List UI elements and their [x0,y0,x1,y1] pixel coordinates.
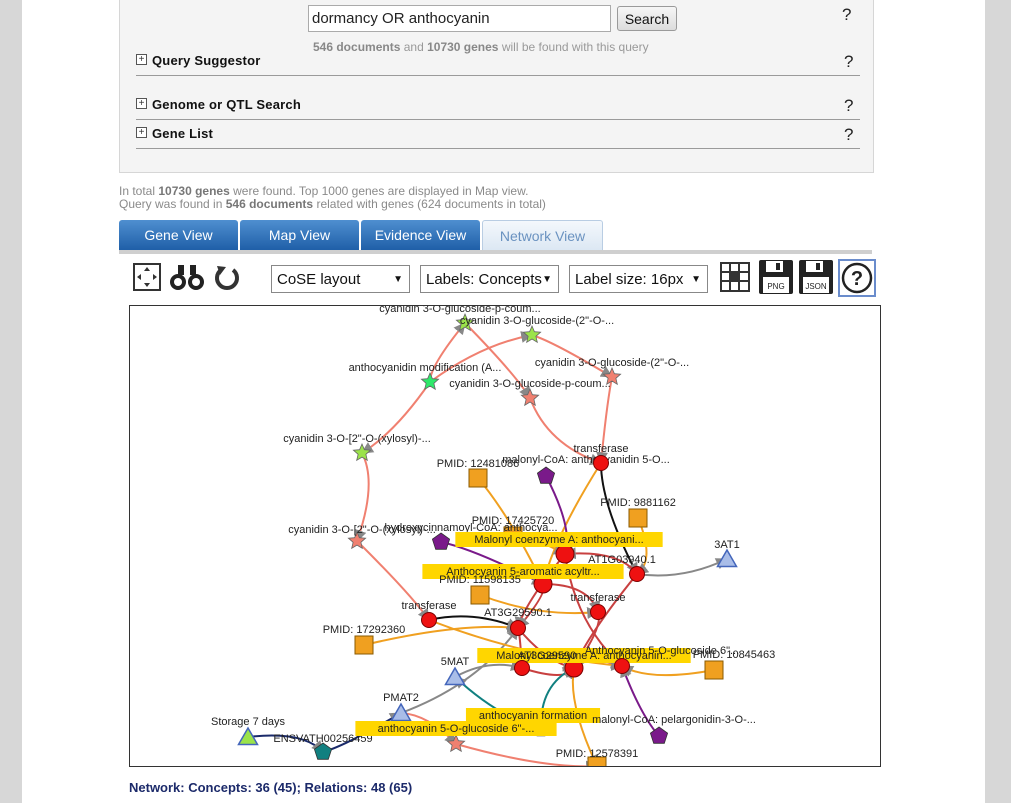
network-node-label: PMID: 9881162 [600,497,676,509]
network-node-label: anthocyanidin modification (A... [349,362,502,374]
network-node[interactable]: cyanidin 3-O-glucoside-p-coum... [449,378,611,407]
network-node[interactable]: cyanidin 3-O-[2"-O-(xylosyl)-... [283,433,431,462]
network-node-shape [628,508,648,528]
binoculars-icon[interactable] [168,261,206,293]
network-node-label: PMID: 11598135 [439,574,521,586]
network-node-label: PMID: 17292360 [323,624,406,636]
network-node-label: 5MAT [441,656,470,668]
network-node-label: 3AT1 [714,539,739,551]
network-node-label: transferase [570,592,625,604]
tab-evidence-view[interactable]: Evidence View [361,220,480,250]
network-node-shape [555,544,575,564]
network-node-label: Storage 7 days [211,716,285,728]
search-input[interactable] [308,5,611,32]
search-help-icon[interactable]: ? [842,5,851,25]
tab-map-view[interactable]: Map View [240,220,359,250]
tab-divider [119,250,872,254]
search-panel: Search ? 546 documents and 10730 genes w… [119,0,874,173]
network-node-shape [352,442,372,462]
network-node-label: PMID: 10845463 [693,649,776,661]
network-node[interactable]: PMAT2 [383,692,419,722]
query-count-hint: 546 documents and 10730 genes will be fo… [313,40,649,54]
network-canvas[interactable]: cyanidin 3-O-glucoside-p-coum...cyanidin… [130,306,880,766]
network-node-shape [514,660,530,676]
svg-text:JSON: JSON [805,282,827,291]
network-node-shape [536,466,556,484]
network-node-shape [468,468,488,488]
network-node-label: malonyl-CoA: anthocyanidin 5-O... [502,454,670,466]
network-node[interactable]: PMID: 9881162 [600,497,676,528]
grid-icon[interactable] [719,261,751,293]
svg-text:?: ? [851,268,863,290]
network-node-label: cyanidin 3-O-glucoside-p-coum... [449,378,610,390]
network-node-shape [716,548,738,568]
search-button[interactable]: Search [617,6,677,31]
network-node-shape [520,387,540,407]
expand-icon[interactable]: + [136,98,147,109]
gene-list-section[interactable]: + Gene List ? [136,125,860,149]
network-node-shape [704,660,724,680]
network-node-shape [354,635,374,655]
network-stats: Network: Concepts: 36 (45); Relations: 4… [129,780,413,795]
network-node-label: anthocyanin 5-O-glucoside 6"-... [378,723,535,735]
network-node-label: AT3G29590 [518,650,577,662]
layout-select[interactable]: CoSE layout ▼ [271,265,410,293]
network-edge [531,334,614,378]
network-node-shape [590,604,606,620]
query-suggestor-section[interactable]: + Query Suggestor ? [136,52,860,76]
network-node-shape [421,612,437,628]
network-node-label: PMID: 12578391 [556,748,639,760]
network-graph[interactable]: cyanidin 3-O-glucoside-p-coum... cyanidin… [129,305,881,767]
network-node-shape [629,566,645,582]
network-node-shape [593,455,609,471]
page: Search ? 546 documents and 10730 genes w… [22,0,985,803]
help-circle-icon[interactable]: ? [838,259,876,297]
network-node-shape [614,658,630,674]
network-node-shape [420,371,440,391]
network-node-label: transferase [573,443,628,455]
network-node-label: cyanidin 3-O-[2"-O-(xylosyl)-... [283,433,431,445]
network-node[interactable]: anthocyanin 5-O-glucoside 6"-... [355,721,557,753]
network-node-label: anthocyanin formation [479,710,587,722]
results-summary-line2: Query was found in 546 documents related… [119,197,546,211]
save-png-icon[interactable]: PNG [758,259,794,295]
network-edge [429,331,534,383]
network-node-shape [470,585,490,605]
labels-select[interactable]: Labels: Concepts ▼ [420,265,559,293]
label-size-select[interactable]: Label size: 16px ▼ [569,265,708,293]
expand-icon[interactable]: + [136,127,147,138]
tab-network-view[interactable]: Network View [482,220,603,251]
network-node[interactable]: PMID: 10845463 [693,649,776,680]
network-node-label: PMAT2 [383,692,419,704]
network-node-label: cyanidin 3-O-glucoside-(2"-O-... [460,315,614,327]
help-icon[interactable]: ? [844,125,853,145]
network-node[interactable]: PMID: 12578391 [556,748,639,766]
svg-text:PNG: PNG [767,282,784,291]
help-icon[interactable]: ? [844,52,853,72]
help-icon[interactable]: ? [844,96,853,116]
network-node[interactable]: malonyl-CoA: anthocyanidin 5-O... [502,454,670,484]
network-node-shape [390,702,412,722]
network-node[interactable]: cyanidin 3-O-glucoside-(2"-O-... [460,315,614,344]
refresh-icon[interactable] [213,263,241,291]
network-node-label: malonyl-CoA: pelargonidin-3-O-... [592,714,756,726]
network-node-shape [522,324,542,344]
network-node-label: cyanidin 3-O-glucoside-p-coum... [379,306,540,315]
expand-icon[interactable]: + [136,54,147,65]
network-node[interactable]: ENSVATH00256459 [273,733,373,760]
network-node-label: AT3G29590.1 [484,607,552,619]
network-node-label: cyanidin 3-O-glucoside-(2"-O-... [535,357,689,369]
network-node[interactable]: malonyl-CoA: pelargonidin-3-O-... [592,714,756,744]
network-edge [620,665,715,677]
results-summary-line1: In total 10730 genes were found. Top 100… [119,184,529,198]
tab-gene-view[interactable]: Gene View [119,220,238,250]
network-node-shape [444,666,466,686]
fit-to-screen-icon[interactable] [132,261,162,293]
network-node-label: transferase [401,600,456,612]
save-json-icon[interactable]: JSON [798,259,834,295]
genome-qtl-section[interactable]: + Genome or QTL Search ? [136,96,860,120]
network-node-shape [510,620,526,636]
network-node-label: Malonyl coenzyme A: anthocyani... [474,534,643,546]
network-node[interactable]: transferase [401,600,457,628]
